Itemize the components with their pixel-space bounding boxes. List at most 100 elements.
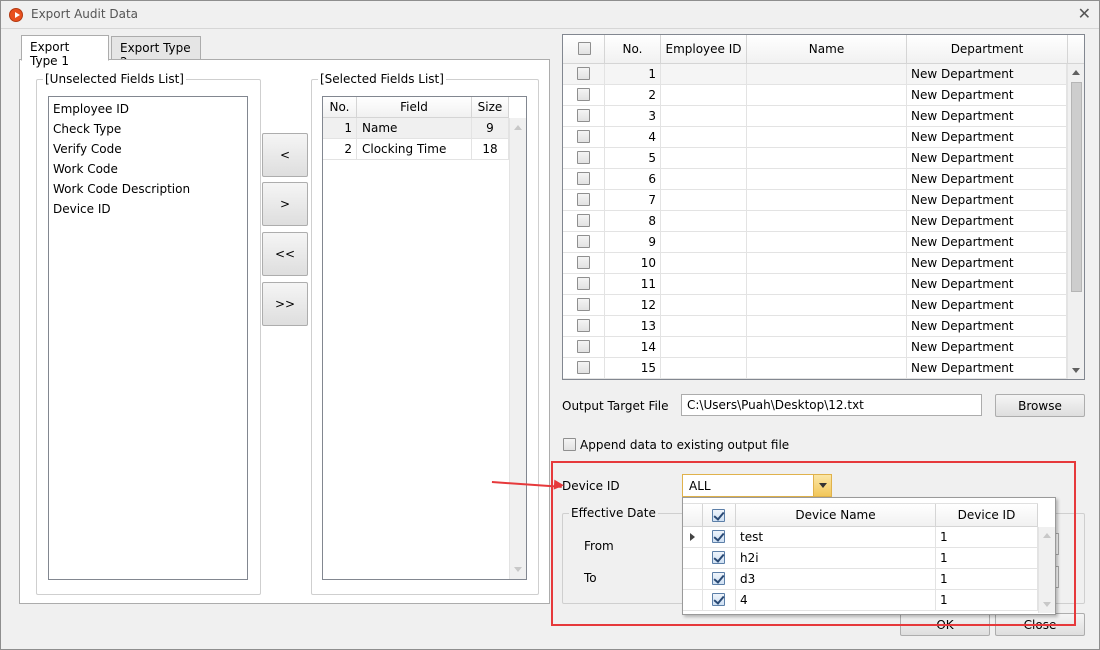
table-row[interactable]: 4 New Department <box>563 127 1067 148</box>
selected-fields-grid[interactable]: No. Field Size 1 Name 9 2 Clocking Time … <box>322 96 527 580</box>
cell-employee-id <box>661 127 747 148</box>
row-checkbox[interactable] <box>577 319 590 332</box>
cell-employee-id <box>661 253 747 274</box>
cell-name <box>747 295 907 316</box>
column-header-no[interactable]: No. <box>605 35 661 63</box>
chevron-down-icon[interactable] <box>813 475 831 496</box>
table-row[interactable]: 13 New Department <box>563 316 1067 337</box>
cell-select <box>563 148 605 169</box>
scroll-down-icon[interactable] <box>514 567 522 572</box>
cell-no: 9 <box>605 232 661 253</box>
cell-device-id: 1 <box>936 527 1038 548</box>
table-row[interactable]: h2i 1 <box>683 548 1038 569</box>
list-item[interactable]: Check Type <box>49 119 247 139</box>
table-row[interactable]: 9 New Department <box>563 232 1067 253</box>
column-header-name[interactable]: Name <box>747 35 907 63</box>
row-checkbox[interactable] <box>577 214 590 227</box>
table-row[interactable]: test 1 <box>683 527 1038 548</box>
cell-device-name: d3 <box>736 569 936 590</box>
select-all-devices-checkbox[interactable] <box>712 509 725 522</box>
column-header-employee-id[interactable]: Employee ID <box>661 35 747 63</box>
tab-export-type-2[interactable]: Export Type 2 <box>111 36 201 69</box>
cell-select <box>563 211 605 232</box>
table-row[interactable]: d3 1 <box>683 569 1038 590</box>
row-checkbox[interactable] <box>577 361 590 374</box>
scroll-down-icon[interactable] <box>1043 602 1051 607</box>
move-left-button[interactable]: < <box>262 133 308 177</box>
table-row[interactable]: 5 New Department <box>563 148 1067 169</box>
scroll-up-icon[interactable] <box>514 125 522 130</box>
device-checkbox[interactable] <box>712 593 725 606</box>
column-header-device-id[interactable]: Device ID <box>936 504 1038 526</box>
table-row[interactable]: 1 Name 9 <box>323 118 509 139</box>
scroll-up-icon[interactable] <box>1043 533 1051 538</box>
output-target-file-input[interactable] <box>681 394 982 416</box>
column-header-select-all <box>563 35 605 63</box>
row-checkbox[interactable] <box>577 193 590 206</box>
column-header-department[interactable]: Department <box>907 35 1068 63</box>
column-header-field[interactable]: Field <box>357 97 472 117</box>
move-all-left-button[interactable]: << <box>262 232 308 276</box>
table-row[interactable]: 6 New Department <box>563 169 1067 190</box>
column-header-size[interactable]: Size <box>472 97 509 117</box>
cell-device-name: test <box>736 527 936 548</box>
tab-export-type-1[interactable]: Export Type 1 <box>21 35 109 68</box>
table-row[interactable]: 7 New Department <box>563 190 1067 211</box>
employee-grid-scrollbar[interactable] <box>1067 64 1084 379</box>
device-checkbox[interactable] <box>712 551 725 564</box>
row-checkbox[interactable] <box>577 109 590 122</box>
list-item[interactable]: Work Code <box>49 159 247 179</box>
list-item[interactable]: Device ID <box>49 199 247 219</box>
select-all-checkbox[interactable] <box>578 42 591 55</box>
employee-grid[interactable]: No. Employee ID Name Department 1 New Dep… <box>562 34 1085 380</box>
ok-button[interactable]: OK <box>900 613 990 636</box>
list-item[interactable]: Work Code Description <box>49 179 247 199</box>
row-checkbox[interactable] <box>577 340 590 353</box>
row-checkbox[interactable] <box>577 67 590 80</box>
cell-row-indicator <box>683 527 703 548</box>
scroll-up-icon[interactable] <box>1072 70 1080 75</box>
scroll-thumb[interactable] <box>1071 82 1082 292</box>
scroll-down-icon[interactable] <box>1072 368 1080 373</box>
cell-no: 8 <box>605 211 661 232</box>
table-row[interactable]: 3 New Department <box>563 106 1067 127</box>
move-all-right-button[interactable]: >> <box>262 282 308 326</box>
close-button[interactable]: Close <box>995 613 1085 636</box>
close-icon[interactable]: ✕ <box>1078 4 1091 23</box>
cell-device-check <box>703 590 736 611</box>
row-checkbox[interactable] <box>577 298 590 311</box>
row-checkbox[interactable] <box>577 277 590 290</box>
selected-grid-scrollbar[interactable] <box>509 118 526 579</box>
list-item[interactable]: Verify Code <box>49 139 247 159</box>
row-checkbox[interactable] <box>577 172 590 185</box>
row-checkbox[interactable] <box>577 235 590 248</box>
device-dropdown-grid[interactable]: Device Name Device ID test 1 h2i 1 d3 1 4 1 <box>682 497 1056 615</box>
row-checkbox[interactable] <box>577 130 590 143</box>
unselected-fields-list[interactable]: Employee ID Check Type Verify Code Work … <box>48 96 248 580</box>
table-row[interactable]: 8 New Department <box>563 211 1067 232</box>
browse-button[interactable]: Browse <box>995 394 1085 417</box>
device-id-combobox[interactable]: ALL <box>682 474 832 497</box>
device-checkbox[interactable] <box>712 530 725 543</box>
table-row[interactable]: 14 New Department <box>563 337 1067 358</box>
table-row[interactable]: 12 New Department <box>563 295 1067 316</box>
table-row[interactable]: 1 New Department <box>563 64 1067 85</box>
device-grid-scrollbar[interactable] <box>1038 527 1055 613</box>
move-right-button[interactable]: > <box>262 182 308 226</box>
table-row[interactable]: 41 <box>683 590 1038 611</box>
table-row[interactable]: 10 New Department <box>563 253 1067 274</box>
row-checkbox[interactable] <box>577 88 590 101</box>
column-header-no[interactable]: No. <box>323 97 357 117</box>
table-row[interactable]: 2 New Department <box>563 85 1067 106</box>
row-checkbox[interactable] <box>577 151 590 164</box>
row-checkbox[interactable] <box>577 256 590 269</box>
list-item[interactable]: Employee ID <box>49 99 247 119</box>
table-row[interactable]: 15 New Department <box>563 358 1067 379</box>
table-row[interactable]: 11 New Department <box>563 274 1067 295</box>
cell-no: 2 <box>605 85 661 106</box>
device-checkbox[interactable] <box>712 572 725 585</box>
append-data-checkbox[interactable] <box>563 438 576 451</box>
table-row[interactable]: 2 Clocking Time 18 <box>323 139 509 160</box>
column-header-device-name[interactable]: Device Name <box>736 504 936 526</box>
cell-device-id: 1 <box>936 548 1038 569</box>
